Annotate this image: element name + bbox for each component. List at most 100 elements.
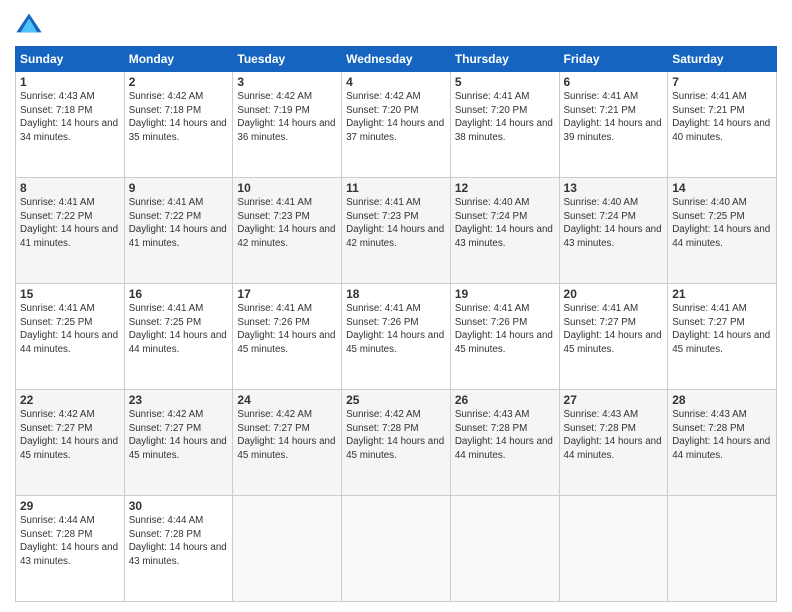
calendar-header-row: SundayMondayTuesdayWednesdayThursdayFrid…: [16, 47, 777, 72]
weekday-header: Wednesday: [342, 47, 451, 72]
weekday-header: Sunday: [16, 47, 125, 72]
calendar-day-cell: 30 Sunrise: 4:44 AMSunset: 7:28 PMDaylig…: [124, 496, 233, 602]
calendar-day-cell: 13 Sunrise: 4:40 AMSunset: 7:24 PMDaylig…: [559, 178, 668, 284]
calendar-day-cell: 24 Sunrise: 4:42 AMSunset: 7:27 PMDaylig…: [233, 390, 342, 496]
calendar-day-cell: 26 Sunrise: 4:43 AMSunset: 7:28 PMDaylig…: [450, 390, 559, 496]
weekday-header: Tuesday: [233, 47, 342, 72]
day-info: Sunrise: 4:42 AMSunset: 7:28 PMDaylight:…: [346, 409, 444, 461]
calendar-day-cell: 9 Sunrise: 4:41 AMSunset: 7:22 PMDayligh…: [124, 178, 233, 284]
day-number: 30: [129, 499, 229, 513]
logo: [15, 10, 47, 38]
calendar-day-cell: 1 Sunrise: 4:43 AMSunset: 7:18 PMDayligh…: [16, 72, 125, 178]
day-info: Sunrise: 4:41 AMSunset: 7:22 PMDaylight:…: [129, 197, 227, 249]
day-number: 8: [20, 181, 120, 195]
calendar-table: SundayMondayTuesdayWednesdayThursdayFrid…: [15, 46, 777, 602]
day-info: Sunrise: 4:41 AMSunset: 7:27 PMDaylight:…: [564, 303, 662, 355]
calendar-day-cell: [342, 496, 451, 602]
calendar-day-cell: 25 Sunrise: 4:42 AMSunset: 7:28 PMDaylig…: [342, 390, 451, 496]
day-number: 17: [237, 287, 337, 301]
day-info: Sunrise: 4:44 AMSunset: 7:28 PMDaylight:…: [129, 515, 227, 567]
day-info: Sunrise: 4:42 AMSunset: 7:19 PMDaylight:…: [237, 91, 335, 143]
day-info: Sunrise: 4:41 AMSunset: 7:21 PMDaylight:…: [672, 91, 770, 143]
day-number: 13: [564, 181, 664, 195]
day-info: Sunrise: 4:41 AMSunset: 7:21 PMDaylight:…: [564, 91, 662, 143]
calendar-day-cell: 27 Sunrise: 4:43 AMSunset: 7:28 PMDaylig…: [559, 390, 668, 496]
calendar-day-cell: 20 Sunrise: 4:41 AMSunset: 7:27 PMDaylig…: [559, 284, 668, 390]
day-info: Sunrise: 4:41 AMSunset: 7:22 PMDaylight:…: [20, 197, 118, 249]
day-info: Sunrise: 4:41 AMSunset: 7:25 PMDaylight:…: [129, 303, 227, 355]
day-number: 11: [346, 181, 446, 195]
calendar-day-cell: 3 Sunrise: 4:42 AMSunset: 7:19 PMDayligh…: [233, 72, 342, 178]
calendar-day-cell: 18 Sunrise: 4:41 AMSunset: 7:26 PMDaylig…: [342, 284, 451, 390]
day-info: Sunrise: 4:41 AMSunset: 7:20 PMDaylight:…: [455, 91, 553, 143]
day-info: Sunrise: 4:43 AMSunset: 7:28 PMDaylight:…: [564, 409, 662, 461]
day-number: 10: [237, 181, 337, 195]
calendar-week-row: 22 Sunrise: 4:42 AMSunset: 7:27 PMDaylig…: [16, 390, 777, 496]
day-info: Sunrise: 4:42 AMSunset: 7:27 PMDaylight:…: [20, 409, 118, 461]
day-info: Sunrise: 4:42 AMSunset: 7:27 PMDaylight:…: [129, 409, 227, 461]
weekday-header: Monday: [124, 47, 233, 72]
calendar-day-cell: 4 Sunrise: 4:42 AMSunset: 7:20 PMDayligh…: [342, 72, 451, 178]
calendar-day-cell: 12 Sunrise: 4:40 AMSunset: 7:24 PMDaylig…: [450, 178, 559, 284]
day-info: Sunrise: 4:42 AMSunset: 7:27 PMDaylight:…: [237, 409, 335, 461]
calendar-day-cell: 8 Sunrise: 4:41 AMSunset: 7:22 PMDayligh…: [16, 178, 125, 284]
calendar-day-cell: 19 Sunrise: 4:41 AMSunset: 7:26 PMDaylig…: [450, 284, 559, 390]
calendar-week-row: 15 Sunrise: 4:41 AMSunset: 7:25 PMDaylig…: [16, 284, 777, 390]
day-number: 7: [672, 75, 772, 89]
day-number: 19: [455, 287, 555, 301]
calendar-day-cell: 17 Sunrise: 4:41 AMSunset: 7:26 PMDaylig…: [233, 284, 342, 390]
calendar-day-cell: [450, 496, 559, 602]
day-number: 27: [564, 393, 664, 407]
day-number: 28: [672, 393, 772, 407]
day-number: 3: [237, 75, 337, 89]
calendar-day-cell: 28 Sunrise: 4:43 AMSunset: 7:28 PMDaylig…: [668, 390, 777, 496]
calendar-week-row: 29 Sunrise: 4:44 AMSunset: 7:28 PMDaylig…: [16, 496, 777, 602]
day-info: Sunrise: 4:42 AMSunset: 7:18 PMDaylight:…: [129, 91, 227, 143]
day-info: Sunrise: 4:43 AMSunset: 7:28 PMDaylight:…: [672, 409, 770, 461]
day-info: Sunrise: 4:40 AMSunset: 7:24 PMDaylight:…: [564, 197, 662, 249]
weekday-header: Friday: [559, 47, 668, 72]
page: SundayMondayTuesdayWednesdayThursdayFrid…: [0, 0, 792, 612]
day-number: 22: [20, 393, 120, 407]
day-info: Sunrise: 4:41 AMSunset: 7:23 PMDaylight:…: [237, 197, 335, 249]
calendar-day-cell: 16 Sunrise: 4:41 AMSunset: 7:25 PMDaylig…: [124, 284, 233, 390]
calendar-day-cell: 7 Sunrise: 4:41 AMSunset: 7:21 PMDayligh…: [668, 72, 777, 178]
logo-icon: [15, 10, 43, 38]
day-number: 15: [20, 287, 120, 301]
calendar-day-cell: 21 Sunrise: 4:41 AMSunset: 7:27 PMDaylig…: [668, 284, 777, 390]
day-info: Sunrise: 4:40 AMSunset: 7:25 PMDaylight:…: [672, 197, 770, 249]
calendar-day-cell: 15 Sunrise: 4:41 AMSunset: 7:25 PMDaylig…: [16, 284, 125, 390]
day-number: 25: [346, 393, 446, 407]
calendar-day-cell: 6 Sunrise: 4:41 AMSunset: 7:21 PMDayligh…: [559, 72, 668, 178]
calendar-day-cell: [668, 496, 777, 602]
day-info: Sunrise: 4:41 AMSunset: 7:26 PMDaylight:…: [346, 303, 444, 355]
weekday-header: Saturday: [668, 47, 777, 72]
calendar-day-cell: 22 Sunrise: 4:42 AMSunset: 7:27 PMDaylig…: [16, 390, 125, 496]
day-number: 4: [346, 75, 446, 89]
calendar-week-row: 1 Sunrise: 4:43 AMSunset: 7:18 PMDayligh…: [16, 72, 777, 178]
calendar-day-cell: 2 Sunrise: 4:42 AMSunset: 7:18 PMDayligh…: [124, 72, 233, 178]
day-info: Sunrise: 4:42 AMSunset: 7:20 PMDaylight:…: [346, 91, 444, 143]
day-number: 6: [564, 75, 664, 89]
day-info: Sunrise: 4:43 AMSunset: 7:18 PMDaylight:…: [20, 91, 118, 143]
calendar-day-cell: 10 Sunrise: 4:41 AMSunset: 7:23 PMDaylig…: [233, 178, 342, 284]
day-number: 2: [129, 75, 229, 89]
weekday-header: Thursday: [450, 47, 559, 72]
day-number: 9: [129, 181, 229, 195]
day-info: Sunrise: 4:41 AMSunset: 7:26 PMDaylight:…: [455, 303, 553, 355]
day-info: Sunrise: 4:41 AMSunset: 7:26 PMDaylight:…: [237, 303, 335, 355]
day-info: Sunrise: 4:44 AMSunset: 7:28 PMDaylight:…: [20, 515, 118, 567]
day-number: 20: [564, 287, 664, 301]
day-number: 1: [20, 75, 120, 89]
day-number: 26: [455, 393, 555, 407]
day-number: 5: [455, 75, 555, 89]
calendar-day-cell: 14 Sunrise: 4:40 AMSunset: 7:25 PMDaylig…: [668, 178, 777, 284]
calendar-week-row: 8 Sunrise: 4:41 AMSunset: 7:22 PMDayligh…: [16, 178, 777, 284]
day-number: 21: [672, 287, 772, 301]
calendar-day-cell: 5 Sunrise: 4:41 AMSunset: 7:20 PMDayligh…: [450, 72, 559, 178]
day-number: 12: [455, 181, 555, 195]
day-info: Sunrise: 4:41 AMSunset: 7:27 PMDaylight:…: [672, 303, 770, 355]
day-info: Sunrise: 4:43 AMSunset: 7:28 PMDaylight:…: [455, 409, 553, 461]
calendar-day-cell: 29 Sunrise: 4:44 AMSunset: 7:28 PMDaylig…: [16, 496, 125, 602]
day-number: 24: [237, 393, 337, 407]
